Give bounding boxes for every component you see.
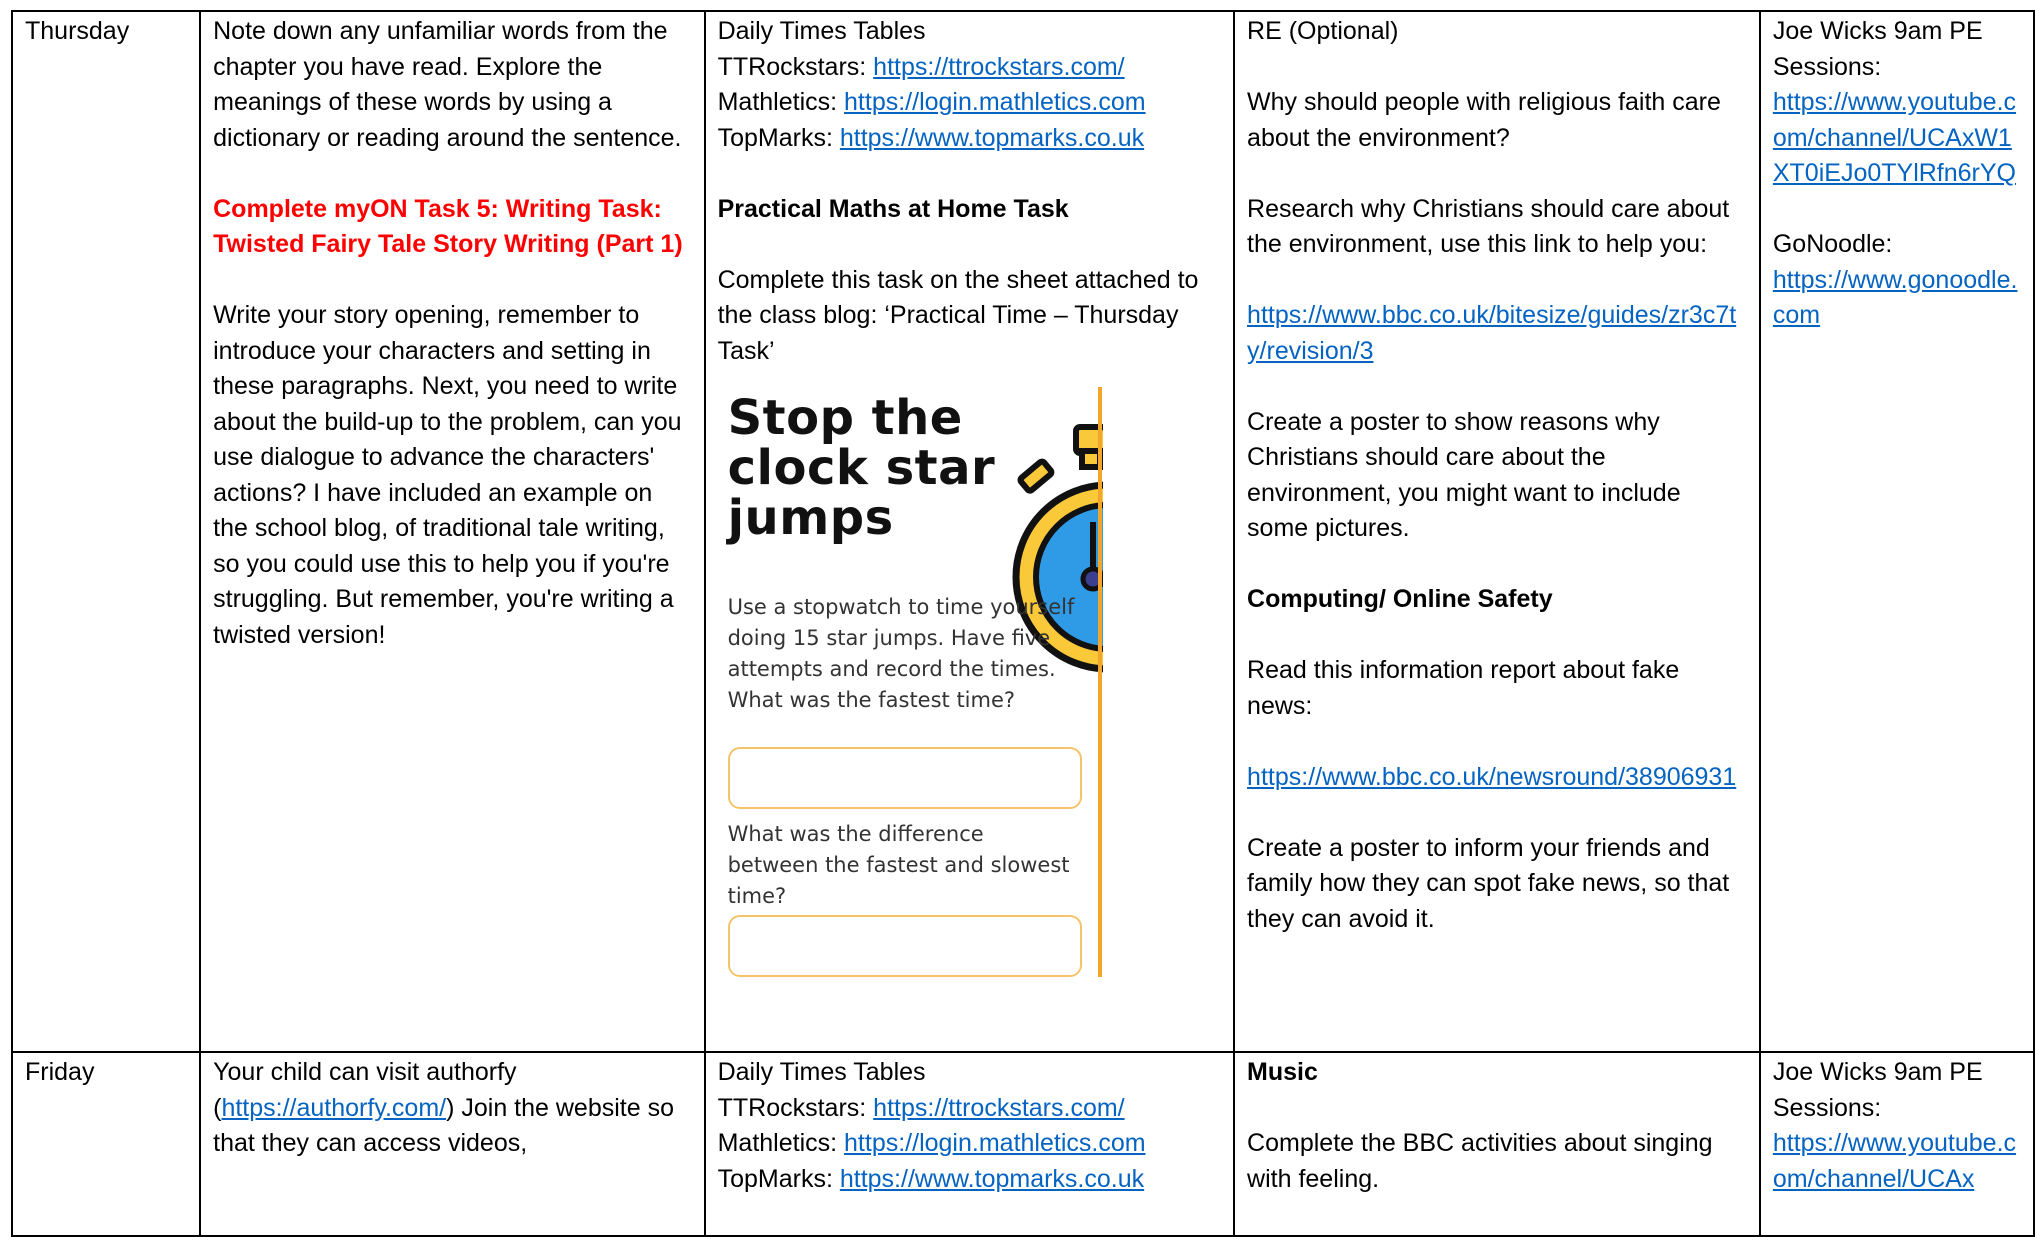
worksheet-title: Stop the clock star jumps xyxy=(728,393,996,543)
mathletics-link[interactable]: https://login.mathletics.com xyxy=(844,1129,1146,1157)
youtube-link[interactable]: https://www.youtube.com/channel/UCAxW1XT… xyxy=(1773,88,2016,187)
myon-task-title: Complete myON Task 5: Writing Task: Twis… xyxy=(213,194,683,259)
difference-answer-box xyxy=(727,915,1082,977)
music-cell-friday: Music Complete the BBC activities about … xyxy=(1233,1051,1761,1237)
ttrockstars-label: TTRockstars: xyxy=(717,52,874,81)
ttrockstars-link[interactable]: https://ttrockstars.com/ xyxy=(873,1094,1124,1122)
maths-cell-thursday: Daily Times Tables TTRockstars: https://… xyxy=(703,10,1236,1053)
youtube-link[interactable]: https://www.youtube.com/channel/UCAx xyxy=(1773,1129,2016,1193)
authorfy-text: Your child can visit authorfy (https://a… xyxy=(213,1055,691,1162)
gonoodle-link[interactable]: https://www.gonoodle.com xyxy=(1773,266,2018,330)
maths-cell-friday: Daily Times Tables TTRockstars: https://… xyxy=(703,1051,1236,1237)
literacy-cell-friday: Your child can visit authorfy (https://a… xyxy=(199,1051,706,1237)
day-cell-thursday: Thursday xyxy=(10,10,202,1053)
gonoodle-label: GoNoodle: xyxy=(1772,230,1893,258)
re-research: Research why Christians should care abou… xyxy=(1247,194,1730,259)
literacy-cell-thursday: Note down any unfamiliar words from the … xyxy=(199,10,706,1053)
mathletics-line: Mathletics: https://login.mathletics.com xyxy=(718,1126,1221,1162)
worksheet-title-line2: clock star xyxy=(727,440,996,496)
topmarks-link[interactable]: https://www.topmarks.co.uk xyxy=(840,1165,1144,1193)
fake-news-report: Read this information report about fake … xyxy=(1247,656,1680,720)
music-task: Complete the BBC activities about singin… xyxy=(1247,1129,1713,1193)
ttrockstars-link[interactable]: https://ttrockstars.com/ xyxy=(873,53,1124,81)
computing-heading: Computing/ Online Safety xyxy=(1247,585,1553,613)
mathletics-line: Mathletics: https://login.mathletics.com xyxy=(718,85,1221,121)
day-label: Friday xyxy=(25,1058,95,1086)
worksheet-question-difference: What was the difference between the fast… xyxy=(727,822,1070,908)
pe-heading: Joe Wicks 9am PE Sessions: xyxy=(1772,1058,1983,1122)
day-label: Thursday xyxy=(25,17,130,45)
re-cell-thursday: RE (Optional) Why should people with rel… xyxy=(1233,10,1761,1053)
day-cell-friday: Friday xyxy=(10,1051,202,1237)
stop-the-clock-worksheet: Stop the clock star jumps Use a stopwatc… xyxy=(717,387,1118,989)
re-heading: RE (Optional) xyxy=(1247,17,1399,45)
mathletics-label: Mathletics: xyxy=(717,1129,845,1157)
pe-heading: Joe Wicks 9am PE Sessions: xyxy=(1772,17,1983,81)
music-heading: Music xyxy=(1247,1058,1318,1086)
worksheet-instructions: Use a stopwatch to time yourself doing 1… xyxy=(727,595,1075,712)
practical-maths-text: Complete this task on the sheet attached… xyxy=(717,265,1199,365)
friday-row: Friday Your child can visit authorfy (ht… xyxy=(10,1051,2035,1237)
topmarks-label: TopMarks: xyxy=(717,1164,840,1193)
pe-cell-friday: Joe Wicks 9am PE Sessions: https://www.y… xyxy=(1758,1051,2035,1237)
topmarks-label: TopMarks: xyxy=(717,123,840,152)
re-question: Why should people with religious faith c… xyxy=(1247,88,1721,152)
ttrockstars-label: TTRockstars: xyxy=(717,1093,874,1122)
mathletics-link[interactable]: https://login.mathletics.com xyxy=(844,88,1146,116)
ttrockstars-line: TTRockstars: https://ttrockstars.com/ xyxy=(718,50,1221,86)
times-tables-heading: Daily Times Tables xyxy=(717,1058,926,1086)
topmarks-link[interactable]: https://www.topmarks.co.uk xyxy=(840,124,1144,152)
worksheet-title-line3: jumps xyxy=(727,490,894,546)
pe-cell-thursday: Joe Wicks 9am PE Sessions: https://www.y… xyxy=(1758,10,2035,1053)
fastest-time-answer-box xyxy=(727,747,1082,809)
practical-maths-heading: Practical Maths at Home Task xyxy=(717,194,1069,223)
authorfy-link[interactable]: https://authorfy.com/ xyxy=(221,1094,446,1122)
mathletics-label: Mathletics: xyxy=(717,88,845,116)
literacy-instruction: Note down any unfamiliar words from the … xyxy=(213,17,682,152)
re-poster-task: Create a poster to show reasons why Chri… xyxy=(1247,407,1681,543)
newsround-link[interactable]: https://www.bbc.co.uk/newsround/38906931 xyxy=(1247,763,1736,791)
fake-news-poster-task: Create a poster to inform your friends a… xyxy=(1247,833,1730,933)
weekly-plan-table: Thursday Note down any unfamiliar words … xyxy=(10,10,2035,1237)
worksheet-divider xyxy=(1097,387,1102,977)
topmarks-line: TopMarks: https://www.topmarks.co.uk xyxy=(718,1162,1221,1198)
ttrockstars-line: TTRockstars: https://ttrockstars.com/ xyxy=(718,1091,1221,1127)
bitesize-link[interactable]: https://www.bbc.co.uk/bitesize/guides/zr… xyxy=(1247,301,1736,365)
times-tables-heading: Daily Times Tables xyxy=(717,17,926,45)
writing-instructions: Write your story opening, remember to in… xyxy=(213,301,682,649)
thursday-row: Thursday Note down any unfamiliar words … xyxy=(10,10,2035,1053)
worksheet-title-line1: Stop the xyxy=(727,390,963,446)
topmarks-line: TopMarks: https://www.topmarks.co.uk xyxy=(718,121,1221,157)
